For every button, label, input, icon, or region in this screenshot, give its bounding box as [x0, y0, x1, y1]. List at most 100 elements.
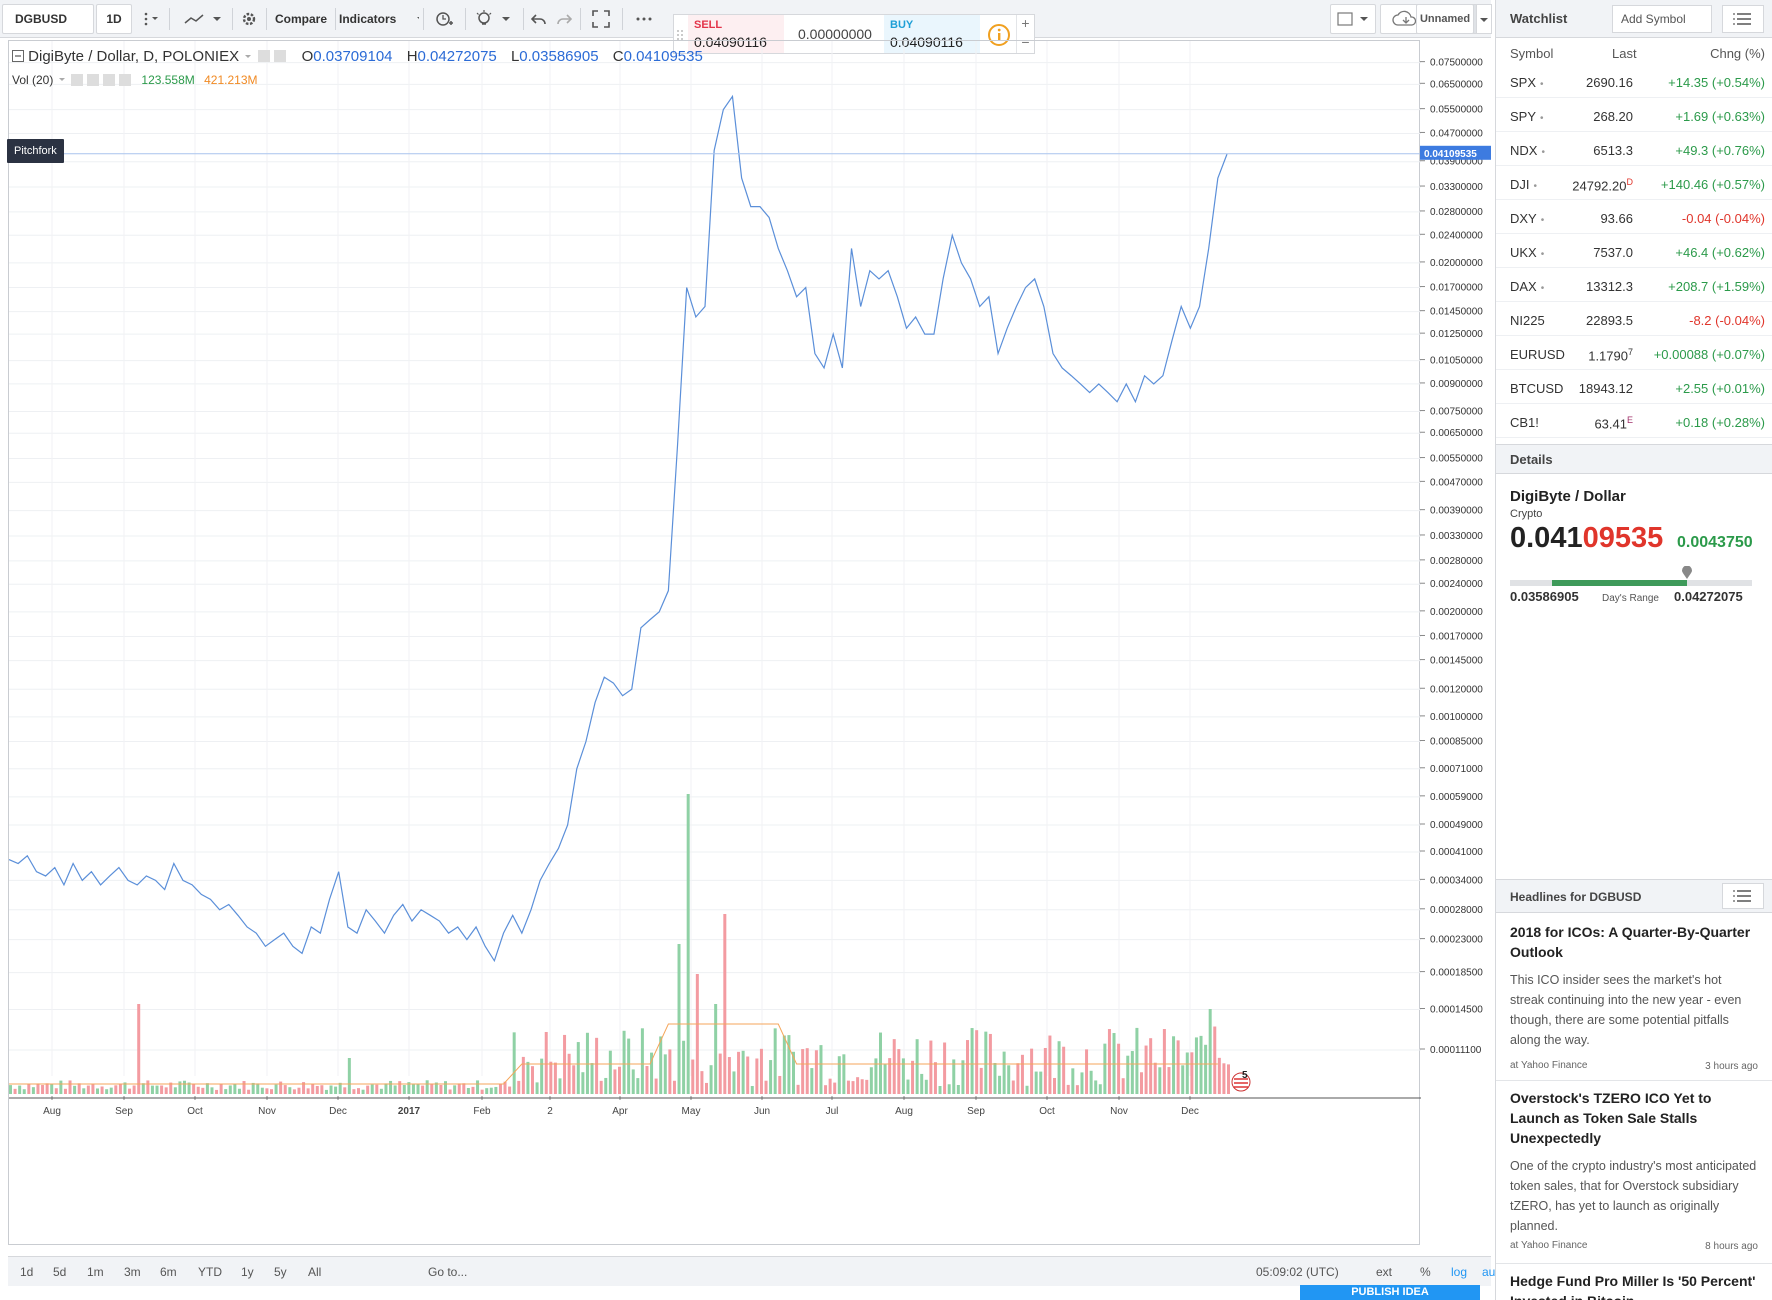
price-tick-label: 0.00018500 [1430, 968, 1483, 979]
volume-bar [237, 1088, 241, 1094]
interval-button[interactable]: 1D [96, 4, 132, 34]
headline-item[interactable]: Hedge Fund Pro Miller Is '50 Percent' In… [1510, 1271, 1758, 1300]
price-chart[interactable]: Aug Sep Oct Nov Dec 2017 Feb 2 Apr May Jun Jul Aug Se… [8, 34, 1421, 1246]
price-axis[interactable]: 0.09000000 0.07500000 0.06500000 0.05500000… [1420, 40, 1491, 1245]
range-button-1y[interactable]: 1y [241, 1265, 254, 1279]
add-symbol-placeholder: Add Symbol [1621, 12, 1686, 26]
volume-bar [567, 1053, 571, 1094]
col-last[interactable]: Last [1612, 46, 1637, 61]
redo-button[interactable] [552, 4, 576, 34]
volume-bar [224, 1089, 228, 1094]
ideas-button[interactable] [469, 4, 519, 34]
last-suffix: 7 [1627, 347, 1633, 357]
headline-title[interactable]: 2018 for ICOs: A Quarter-By-Quarter Outl… [1510, 922, 1758, 962]
range-button-ytd[interactable]: YTD [198, 1265, 222, 1279]
headline-item[interactable]: Overstock's TZERO ICO Yet to Launch as T… [1510, 1088, 1758, 1252]
volume-bar [118, 1083, 122, 1094]
volume-bar [485, 1088, 489, 1094]
watchlist-symbol: BTCUSD [1510, 381, 1564, 396]
range-button-3m[interactable]: 3m [124, 1265, 141, 1279]
price-tick-label: 0.01700000 [1430, 283, 1483, 294]
watchlist-row[interactable]: NDX • 6513.3 +49.3 (+0.76%) [1496, 134, 1772, 166]
watchlist-row[interactable]: BTCUSD 18943.12 +2.55 (+0.01%) [1496, 372, 1772, 404]
add-symbol-input[interactable]: Add Symbol [1612, 5, 1712, 33]
log-scale-toggle[interactable]: log [1451, 1265, 1467, 1279]
headline-item[interactable]: 2018 for ICOs: A Quarter-By-Quarter Outl… [1510, 922, 1758, 1072]
col-change[interactable]: Chng (%) [1710, 46, 1765, 61]
watchlist-row[interactable]: SPY • 268.20 +1.69 (+0.63%) [1496, 100, 1772, 132]
time-tick-label: May [682, 1106, 701, 1117]
watchlist-row[interactable]: SPX • 2690.16 +14.35 (+0.54%) [1496, 66, 1772, 98]
more-intervals-button[interactable] [134, 4, 166, 34]
watchlist-symbol: UKX • [1510, 245, 1545, 260]
legend-settings-icon[interactable] [257, 49, 291, 63]
study-controls-icon[interactable] [70, 73, 138, 87]
headline-title[interactable]: Overstock's TZERO ICO Yet to Launch as T… [1510, 1088, 1758, 1148]
volume-bar [1002, 1051, 1006, 1094]
goto-button[interactable]: Go to... [428, 1265, 467, 1279]
price-tick-label: 0.00280000 [1430, 556, 1483, 567]
more-toolbar-button[interactable] [626, 4, 662, 34]
range-button-6m[interactable]: 6m [160, 1265, 177, 1279]
layout-menu-button[interactable] [1476, 4, 1492, 34]
publish-idea-button[interactable]: PUBLISH IDEA [1300, 1285, 1480, 1300]
percent-scale-toggle[interactable]: % [1420, 1265, 1431, 1279]
chevron-down-icon[interactable] [57, 76, 67, 84]
single-layout-icon [1337, 12, 1368, 26]
volume-bar [1194, 1037, 1198, 1094]
status-dot-icon: • [1540, 79, 1544, 90]
fullscreen-button[interactable] [584, 4, 618, 34]
collapse-square-icon[interactable] [12, 50, 24, 62]
indicators-button[interactable]: Indicators [339, 4, 419, 34]
chart-style-button[interactable] [173, 4, 229, 34]
volume-bar [1007, 1065, 1011, 1094]
range-button-5y[interactable]: 5y [274, 1265, 287, 1279]
time-tick-label: Dec [329, 1106, 347, 1117]
watchlist-symbol: SPX • [1510, 75, 1544, 90]
price-tick-label: 0.01450000 [1430, 307, 1483, 318]
range-button-1m[interactable]: 1m [87, 1265, 104, 1279]
chart-pane[interactable]: Aug Sep Oct Nov Dec 2017 Feb 2 Apr May Jun Jul Aug Se… [8, 34, 1421, 1246]
symbol-search-button[interactable]: DGBUSD [2, 4, 94, 34]
volume-bar [521, 1056, 525, 1094]
events-count: 5 [1242, 1070, 1248, 1081]
range-button-1d[interactable]: 1d [20, 1265, 33, 1279]
chart-layout-button[interactable] [1330, 4, 1376, 34]
watchlist-change: +46.4 (+0.62%) [1675, 245, 1765, 260]
watchlist-row[interactable]: UKX • 7537.0 +46.4 (+0.62%) [1496, 236, 1772, 268]
range-button-all[interactable]: All [308, 1265, 321, 1279]
watchlist-row[interactable]: DXY • 93.66 -0.04 (-0.04%) [1496, 202, 1772, 234]
extended-hours-toggle[interactable]: ext [1376, 1265, 1392, 1279]
compare-button[interactable]: Compare [270, 4, 332, 34]
watchlist-last: 22893.5 [1586, 313, 1633, 328]
volume-bar [82, 1088, 86, 1094]
headlines-menu-button[interactable] [1722, 883, 1764, 909]
undo-button[interactable] [527, 4, 551, 34]
col-symbol[interactable]: Symbol [1510, 46, 1553, 61]
volume-bar [1213, 1026, 1217, 1094]
watchlist-row[interactable]: NI225 22893.5 -8.2 (-0.04%) [1496, 304, 1772, 336]
volume-bar [705, 1082, 708, 1094]
price-tick-label: 0.00200000 [1430, 607, 1483, 618]
kebab-dropdown-icon [144, 12, 158, 26]
settings-button[interactable] [236, 4, 262, 34]
watchlist-row[interactable]: DAX • 13312.3 +208.7 (+1.59%) [1496, 270, 1772, 302]
volume-bar [96, 1088, 99, 1094]
layout-name-button[interactable]: Unnamed [1416, 4, 1474, 34]
watchlist-symbol: DXY • [1510, 211, 1545, 226]
range-button-5d[interactable]: 5d [53, 1265, 66, 1279]
volume-bar [1094, 1080, 1098, 1094]
plus-button[interactable]: + [1016, 15, 1034, 34]
watchlist-row[interactable]: EURUSD 1.17907 +0.00088 (+0.07%) [1496, 338, 1772, 370]
watchlist-row[interactable]: CB1! 63.41E +0.18 (+0.28%) [1496, 406, 1772, 438]
headline-title[interactable]: Hedge Fund Pro Miller Is '50 Percent' In… [1510, 1271, 1758, 1300]
volume-bar [576, 1042, 580, 1094]
watchlist-change: +49.3 (+0.76%) [1675, 143, 1765, 158]
high-label: H [406, 48, 418, 65]
volume-bar [1208, 1009, 1212, 1094]
watchlist-menu-button[interactable] [1722, 5, 1764, 33]
alert-button[interactable] [427, 4, 461, 34]
volume-bar [1153, 1062, 1157, 1094]
watchlist-row[interactable]: DJI • 24792.20D +140.46 (+0.57%) [1496, 168, 1772, 200]
chevron-down-icon[interactable] [243, 53, 253, 61]
